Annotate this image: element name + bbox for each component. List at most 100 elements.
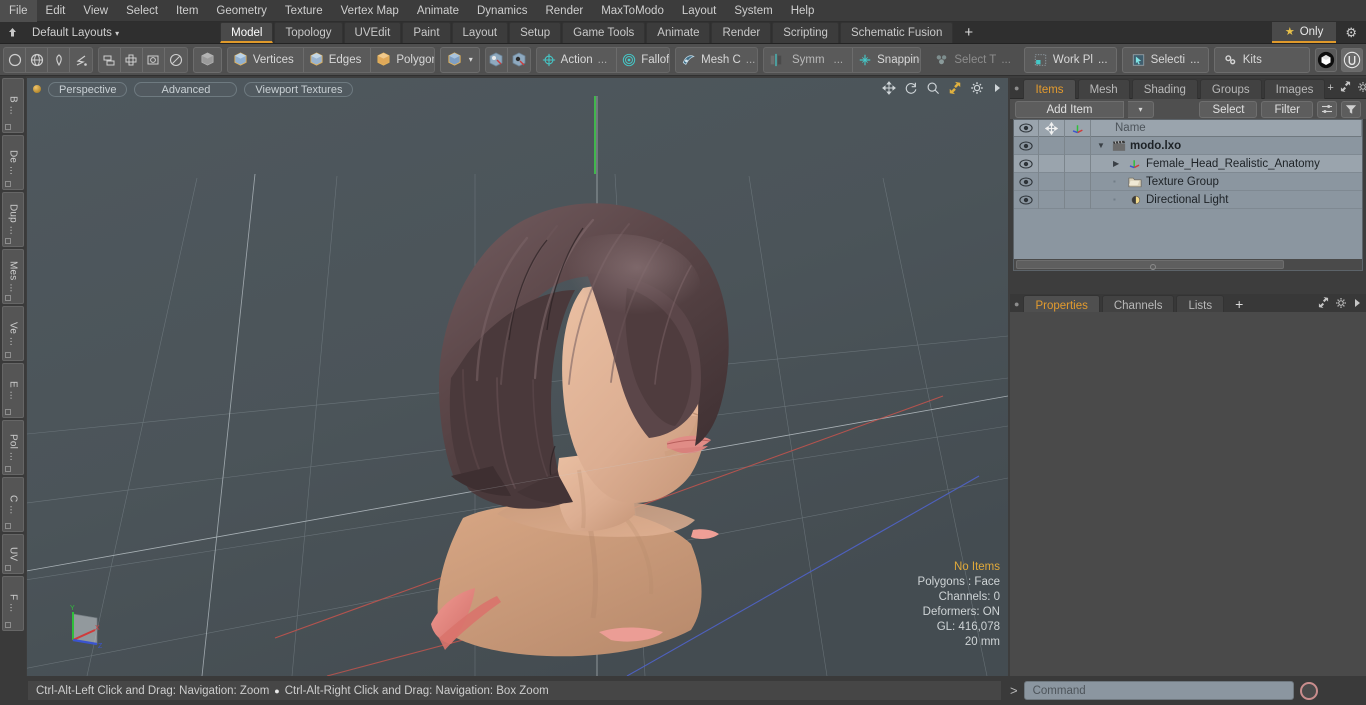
layout-tab-topology[interactable]: Topology xyxy=(274,22,343,43)
default-layouts-label[interactable]: Default Layouts ▾ xyxy=(24,23,127,43)
ellipse-icon[interactable] xyxy=(165,48,187,72)
symmetry-button[interactable]: Symm ... xyxy=(764,47,854,72)
solo-cube-button[interactable] xyxy=(192,46,222,73)
flatten-icon[interactable] xyxy=(99,47,121,72)
menu-item-help[interactable]: Help xyxy=(782,0,824,22)
list-options-icon[interactable] xyxy=(1317,100,1337,118)
menu-item-geometry[interactable]: Geometry xyxy=(207,0,276,22)
visibility-icon[interactable] xyxy=(1014,136,1039,155)
menu-item-item[interactable]: Item xyxy=(167,0,207,22)
menu-item-vertex-map[interactable]: Vertex Map xyxy=(332,0,408,22)
pen-icon[interactable] xyxy=(48,47,70,72)
gear-icon[interactable] xyxy=(1335,297,1347,312)
expand-icon[interactable] xyxy=(1318,297,1329,311)
component-mode-dropdown[interactable]: ▾ xyxy=(439,46,480,73)
mode-polygons-button[interactable]: Polygons xyxy=(371,48,434,72)
work-plane-button[interactable]: Work Pl ... xyxy=(1023,46,1117,73)
viewport-advanced-button[interactable]: Advanced xyxy=(134,81,238,97)
layout-tab-model[interactable]: Model xyxy=(220,22,274,43)
visibility-icon[interactable] xyxy=(1014,172,1039,191)
move-icon[interactable] xyxy=(882,81,896,95)
unity-icon[interactable] xyxy=(1314,47,1337,72)
snap-b-icon[interactable] xyxy=(508,48,530,72)
select-button[interactable]: Select xyxy=(1199,100,1258,118)
filter-funnel-icon[interactable] xyxy=(1341,100,1361,118)
snap-a-icon[interactable] xyxy=(486,47,508,72)
left-tool-tab-8[interactable]: UV xyxy=(2,534,24,574)
panel-dot-icon[interactable]: ● xyxy=(1014,299,1023,309)
select-through-button[interactable]: Select T ... xyxy=(926,47,1019,73)
gear-icon[interactable] xyxy=(970,81,984,95)
menu-item-texture[interactable]: Texture xyxy=(276,0,332,22)
layout-tab-animate[interactable]: Animate xyxy=(646,22,711,43)
gear-icon[interactable]: ⚙ xyxy=(1336,25,1366,41)
properties-panel-body[interactable] xyxy=(1010,312,1366,676)
menu-item-select[interactable]: Select xyxy=(117,0,167,22)
layout-tab-game-tools[interactable]: Game Tools xyxy=(562,22,646,43)
visibility-icon[interactable] xyxy=(1014,190,1039,209)
chevron-right-icon[interactable] xyxy=(992,82,1002,94)
circle-icon[interactable] xyxy=(4,47,26,72)
visibility-icon[interactable] xyxy=(1014,154,1039,173)
menu-item-system[interactable]: System xyxy=(725,0,781,22)
layout-tab-scripting[interactable]: Scripting xyxy=(772,22,839,43)
menu-item-maxtomodo[interactable]: MaxToModo xyxy=(592,0,673,22)
left-tool-tab-6[interactable]: Pol ... xyxy=(2,420,24,475)
add-item-dropdown[interactable]: ▾ xyxy=(1128,100,1155,118)
left-tool-tab-2[interactable]: Dup ... xyxy=(2,192,24,247)
item-name-cell[interactable]: ▶ Female_Head_Realistic_Anatomy xyxy=(1091,157,1362,170)
item-list-hscrollbar[interactable] xyxy=(1014,259,1362,270)
left-tool-tab-9[interactable]: F ... xyxy=(2,576,24,631)
menu-item-view[interactable]: View xyxy=(74,0,117,22)
expand-triangle-icon[interactable]: ▶ xyxy=(1113,159,1124,168)
left-tool-tab-1[interactable]: De ... xyxy=(2,135,24,190)
left-tool-tab-7[interactable]: C ... xyxy=(2,477,24,532)
lasso-icon[interactable] xyxy=(70,48,92,72)
axis-gizmo[interactable]: Y X Z xyxy=(57,600,117,652)
panel-tab-shading[interactable]: Shading xyxy=(1131,78,1198,99)
left-tool-tab-4[interactable]: Ve ... xyxy=(2,306,24,361)
record-circle-icon[interactable] xyxy=(1299,681,1318,700)
expand-icon[interactable] xyxy=(1340,81,1351,95)
left-tool-tab-3[interactable]: Mes ... xyxy=(2,249,24,304)
menu-item-animate[interactable]: Animate xyxy=(408,0,468,22)
kits-button[interactable]: Kits xyxy=(1213,46,1310,73)
add-properties-tab-button[interactable]: + xyxy=(1226,294,1252,314)
item-list-row[interactable]: ▪ Texture Group xyxy=(1014,172,1362,191)
layout-tab-render[interactable]: Render xyxy=(711,22,772,43)
item-list[interactable]: Name ▼ modo.lxo ▶ Female_Head_Realistic_Ana… xyxy=(1013,119,1363,271)
viewport-textures-button[interactable]: Viewport Textures xyxy=(244,81,354,97)
add-icon[interactable]: + xyxy=(1327,82,1333,94)
item-axis-cell[interactable] xyxy=(1065,136,1091,155)
left-tool-tab-5[interactable]: E ... xyxy=(2,363,24,418)
mode-edges-button[interactable]: Edges xyxy=(304,47,372,72)
panel-tab-groups[interactable]: Groups xyxy=(1199,78,1262,99)
layout-tab-schematic-fusion[interactable]: Schematic Fusion xyxy=(839,22,954,43)
item-axis-cell[interactable] xyxy=(1065,172,1091,191)
menu-item-render[interactable]: Render xyxy=(536,0,592,22)
chevron-right-icon[interactable] xyxy=(1353,298,1361,311)
menu-item-edit[interactable]: Edit xyxy=(37,0,75,22)
falloff-button[interactable]: Falloff xyxy=(617,48,669,72)
boundary-icon[interactable] xyxy=(143,47,165,72)
rotate-icon[interactable] xyxy=(904,81,918,95)
item-axis-cell[interactable] xyxy=(1065,190,1091,209)
add-layout-tab-button[interactable]: + xyxy=(954,23,983,43)
snapping-button[interactable]: Snapping xyxy=(853,48,920,72)
menu-item-file[interactable]: File xyxy=(0,0,37,22)
item-lock-cell[interactable] xyxy=(1039,154,1065,173)
action-center-button[interactable]: Action ... xyxy=(537,47,618,72)
item-lock-cell[interactable] xyxy=(1039,190,1065,209)
scroll-thumb[interactable] xyxy=(1016,260,1284,270)
fullscreen-icon[interactable] xyxy=(948,81,962,95)
item-list-row[interactable]: ▶ Female_Head_Realistic_Anatomy xyxy=(1014,154,1362,173)
left-tool-tab-0[interactable]: B ... xyxy=(2,78,24,133)
item-axis-cell[interactable] xyxy=(1065,154,1091,173)
collapse-triangle-icon[interactable]: ▼ xyxy=(1097,141,1108,150)
gear-icon[interactable] xyxy=(1357,81,1366,96)
unreal-icon[interactable] xyxy=(1340,47,1363,72)
panel-tab-mesh[interactable]: Mesh ... xyxy=(1077,78,1130,116)
3d-viewport[interactable]: Perspective Advanced Viewport Textures Y… xyxy=(27,78,1008,676)
selection-set-button[interactable]: Selecti ... xyxy=(1121,46,1209,73)
layout-tab-paint[interactable]: Paint xyxy=(402,22,451,43)
